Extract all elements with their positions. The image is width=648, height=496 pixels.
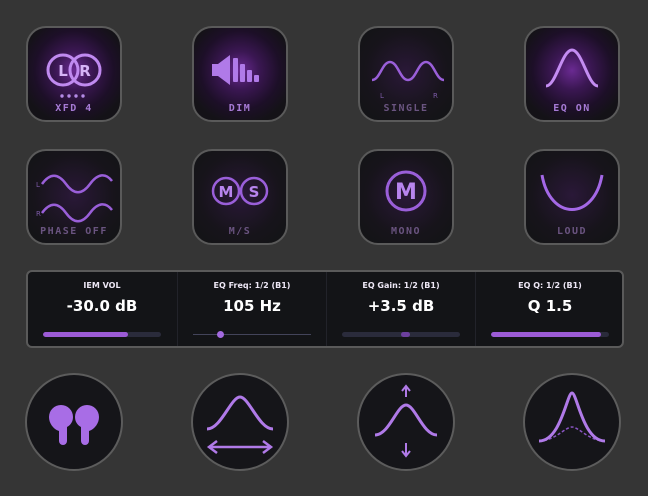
display-title: EQ Freq: 1/2 (B1) [213, 281, 291, 290]
xfd-key[interactable]: L R XFD 4 [26, 26, 122, 122]
svg-text:L: L [380, 92, 384, 100]
svg-text:M: M [219, 183, 234, 201]
display-title: EQ Q: 1/2 (B1) [518, 281, 582, 290]
eq-q-level-bar [491, 332, 609, 337]
eq-freq-knob[interactable] [191, 373, 289, 471]
single-key[interactable]: L R SINGLE [358, 26, 454, 122]
phase-label: PHASE OFF [40, 226, 108, 237]
parameter-display-strip: IEM VOL -30.0 dB EQ Freq: 1/2 (B1) 105 H… [26, 270, 624, 348]
single-label: SINGLE [383, 103, 429, 114]
eq-gain-level-bar [342, 332, 460, 337]
iem-vol-knob[interactable] [25, 373, 123, 471]
earbuds-icon [49, 405, 99, 445]
svg-text:S: S [249, 183, 260, 201]
eq-q-knob[interactable] [523, 373, 621, 471]
eq-frequency-icon [206, 395, 274, 454]
loud-key[interactable]: LOUD [524, 149, 620, 245]
display-title: IEM VOL [83, 281, 121, 290]
xfd-label: XFD 4 [55, 103, 93, 114]
eq-gain-display: EQ Gain: 1/2 (B1) +3.5 dB [326, 272, 475, 346]
mono-label: MONO [390, 226, 422, 237]
svg-text:R: R [79, 62, 91, 80]
mono-key[interactable]: M MONO [358, 149, 454, 245]
phase-key[interactable]: L R PHASE OFF [26, 149, 122, 245]
svg-text:L: L [36, 181, 40, 189]
eq-freq-position-indicator [193, 331, 311, 338]
eq-gain-knob[interactable] [357, 373, 455, 471]
svg-text:R: R [433, 92, 438, 100]
ms-key[interactable]: M S M/S [192, 149, 288, 245]
display-value: +3.5 dB [367, 297, 435, 315]
svg-text:L: L [58, 62, 68, 80]
eq-label: EQ ON [553, 103, 591, 114]
iem-vol-display: IEM VOL -30.0 dB [28, 272, 176, 346]
eq-q-display: EQ Q: 1/2 (B1) Q 1.5 [475, 272, 624, 346]
display-value: 105 Hz [223, 297, 281, 315]
eq-gain-icon [374, 384, 438, 458]
eq-key[interactable]: EQ ON [524, 26, 620, 122]
eq-freq-display: EQ Freq: 1/2 (B1) 105 Hz [177, 272, 326, 346]
loud-label: LOUD [556, 226, 588, 237]
dim-label: DIM [228, 103, 252, 114]
display-title: EQ Gain: 1/2 (B1) [362, 281, 440, 290]
ms-label: M/S [228, 226, 252, 237]
display-value: -30.0 dB [66, 297, 138, 315]
display-value: Q 1.5 [527, 297, 573, 315]
dim-key[interactable]: DIM [192, 26, 288, 122]
eq-q-icon [538, 391, 606, 443]
svg-text:M: M [395, 180, 417, 205]
svg-text:R: R [36, 210, 41, 218]
iem-vol-level-bar [43, 332, 161, 337]
